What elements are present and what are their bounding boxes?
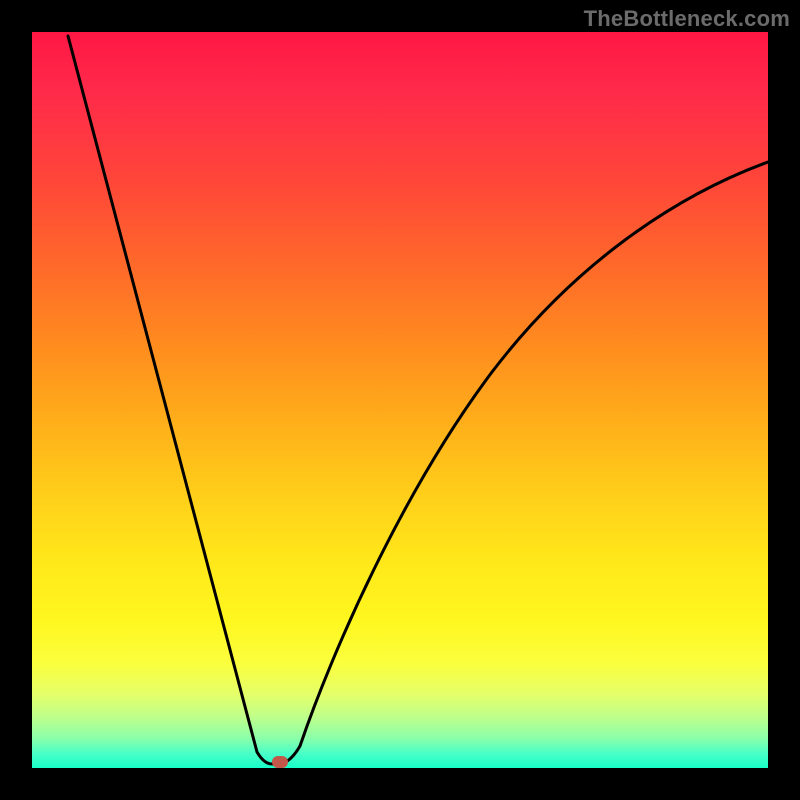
bottleneck-curve bbox=[68, 36, 768, 764]
chart-container: TheBottleneck.com bbox=[0, 0, 800, 800]
watermark-text: TheBottleneck.com bbox=[584, 6, 790, 32]
plot-area bbox=[32, 32, 768, 768]
curve-layer bbox=[32, 32, 768, 768]
minimum-marker bbox=[272, 756, 288, 768]
